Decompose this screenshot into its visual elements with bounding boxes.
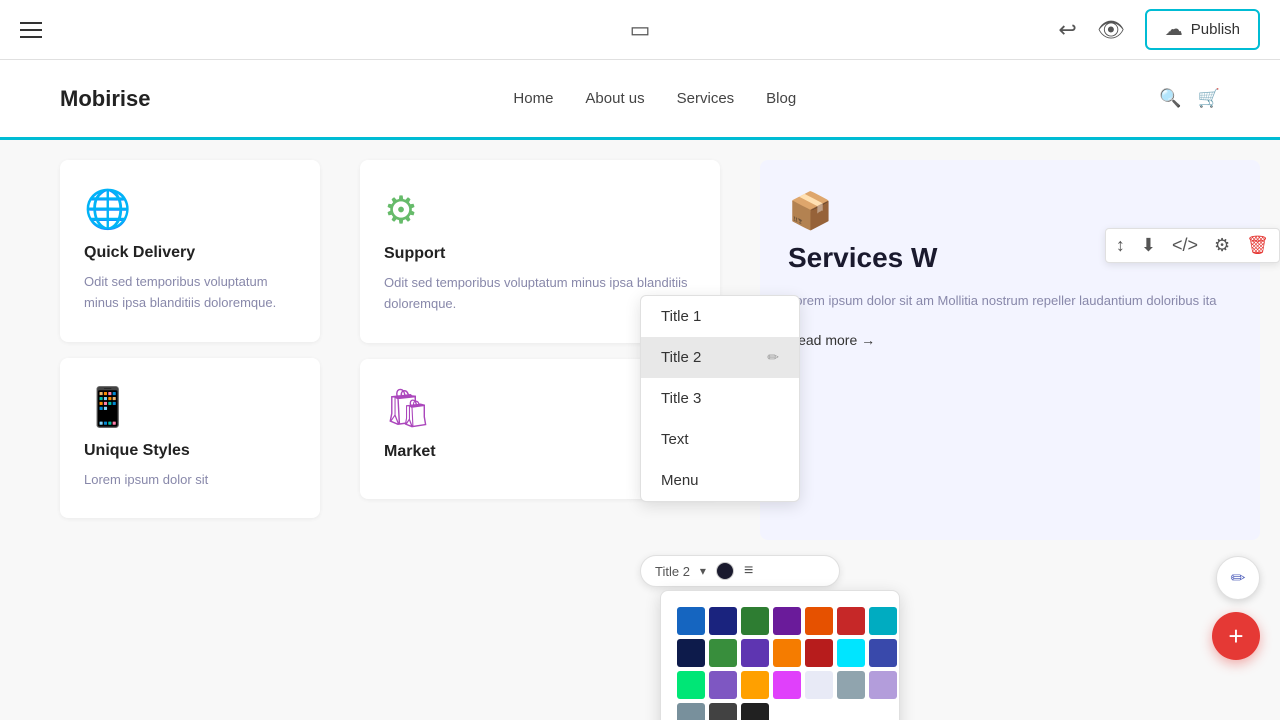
website-navbar: Mobirise Home About us Services Blog 🔍 🛒 [0, 60, 1280, 140]
site-logo: Mobirise [60, 86, 150, 112]
block-toolbar: ↕ ⬇ </> ⚙ 🗑 [1105, 228, 1280, 263]
color-swatch[interactable] [677, 607, 705, 635]
code-icon[interactable]: </> [1172, 235, 1198, 256]
color-swatch[interactable] [741, 703, 769, 720]
card-unique-styles: 📱 Unique Styles Lorem ipsum dolor sit [60, 358, 320, 519]
color-swatch[interactable] [869, 671, 897, 699]
delete-icon[interactable]: 🗑 [1246, 235, 1269, 256]
card-title-1: Quick Delivery [84, 244, 296, 262]
gear-icon: ⚙ [384, 188, 696, 233]
card-title-2: Support [384, 245, 696, 263]
plus-icon: + [1228, 621, 1243, 652]
dropdown-item-title1[interactable]: Title 1 [641, 296, 799, 337]
color-swatch[interactable] [709, 671, 737, 699]
dropdown-item-menu[interactable]: Menu [641, 460, 799, 501]
color-swatch[interactable] [837, 607, 865, 635]
fab-edit-button[interactable]: ✏ [1216, 556, 1260, 600]
settings-icon[interactable]: ⚙ [1214, 235, 1230, 256]
card-quick-delivery: 🌐 Quick Delivery Odit sed temporibus vol… [60, 160, 320, 342]
card-title-3: Unique Styles [84, 442, 296, 460]
top-bar-left [20, 22, 42, 38]
color-swatch[interactable] [805, 671, 833, 699]
pencil-icon: ✏ [1230, 568, 1245, 589]
format-bar: Title 2 ▾ ≡ [640, 555, 840, 587]
color-swatch[interactable] [869, 639, 897, 667]
color-swatch[interactable] [677, 671, 705, 699]
publish-label: Publish [1191, 21, 1240, 38]
format-label[interactable]: Title 2 [655, 564, 690, 579]
color-picker-dot[interactable] [716, 562, 734, 580]
undo-icon[interactable]: ↩ [1058, 17, 1076, 43]
color-swatch[interactable] [805, 639, 833, 667]
nav-links: Home About us Services Blog [513, 90, 796, 107]
color-swatch[interactable] [773, 671, 801, 699]
nav-right-icons: 🔍 🛒 [1159, 88, 1220, 109]
nav-services[interactable]: Services [677, 90, 735, 107]
services-text: Lorem ipsum dolor sit am Mollitia nostru… [788, 290, 1232, 312]
nav-about[interactable]: About us [585, 90, 644, 107]
dropdown-label-text: Text [661, 431, 689, 448]
top-bar-right: ↩ 👁 ☁ Publish [1058, 9, 1260, 50]
color-swatch[interactable] [709, 639, 737, 667]
screen-icon: 📱 [84, 386, 296, 430]
cards-column: 🌐 Quick Delivery Odit sed temporibus vol… [0, 140, 340, 720]
chevron-down-icon[interactable]: ▾ [700, 564, 706, 578]
top-toolbar: ▭ ↩ 👁 ☁ Publish [0, 0, 1280, 60]
card-text-1: Odit sed temporibus voluptatum minus ips… [84, 272, 296, 314]
nav-blog[interactable]: Blog [766, 90, 796, 107]
color-swatch[interactable] [709, 703, 737, 720]
dropdown-label-2: Title 2 [661, 349, 701, 366]
dropdown-item-title2[interactable]: Title 2 ✏ [641, 337, 799, 378]
align-icon[interactable]: ≡ [744, 562, 753, 580]
dropdown-label-3: Title 3 [661, 390, 701, 407]
dropdown-label-1: Title 1 [661, 308, 701, 325]
cart-icon[interactable]: 🛒 [1198, 88, 1220, 109]
box-icon: 📦 [788, 190, 1232, 232]
nav-home[interactable]: Home [513, 90, 553, 107]
menu-icon[interactable] [20, 22, 42, 38]
search-icon[interactable]: 🔍 [1159, 88, 1181, 109]
content-area: 🌐 Quick Delivery Odit sed temporibus vol… [0, 140, 1280, 720]
services-card: 📦 Services W Lorem ipsum dolor sit am Mo… [760, 160, 1260, 540]
phone-preview-icon[interactable]: ▭ [630, 17, 651, 42]
color-swatch[interactable] [741, 671, 769, 699]
card-text-3: Lorem ipsum dolor sit [84, 470, 296, 491]
top-bar-center: ▭ [630, 17, 651, 43]
edit-icon: ✏ [767, 349, 779, 366]
cloud-upload-icon: ☁ [1165, 19, 1183, 40]
color-swatch[interactable] [773, 639, 801, 667]
color-swatch[interactable] [805, 607, 833, 635]
color-swatch[interactable] [869, 607, 897, 635]
color-swatch[interactable] [837, 671, 865, 699]
color-swatch[interactable] [741, 639, 769, 667]
color-swatch[interactable] [677, 639, 705, 667]
color-swatch[interactable] [773, 607, 801, 635]
color-swatch[interactable] [709, 607, 737, 635]
dropdown-menu: Title 1 Title 2 ✏ Title 3 Text Menu [640, 295, 800, 502]
move-icon[interactable]: ↕ [1116, 235, 1125, 256]
publish-button[interactable]: ☁ Publish [1145, 9, 1260, 50]
color-grid [677, 607, 883, 720]
read-more-link[interactable]: Read more → [788, 332, 875, 348]
download-icon[interactable]: ⬇ [1141, 235, 1156, 256]
dropdown-item-title3[interactable]: Title 3 [641, 378, 799, 419]
fab-add-button[interactable]: + [1212, 612, 1260, 660]
color-swatch[interactable] [741, 607, 769, 635]
color-swatch[interactable] [837, 639, 865, 667]
dropdown-label-menu: Menu [661, 472, 699, 489]
color-picker-panel: More > [660, 590, 900, 720]
dropdown-item-text[interactable]: Text [641, 419, 799, 460]
globe-icon: 🌐 [84, 188, 296, 232]
preview-icon[interactable]: 👁 [1097, 17, 1125, 43]
color-swatch[interactable] [677, 703, 705, 720]
